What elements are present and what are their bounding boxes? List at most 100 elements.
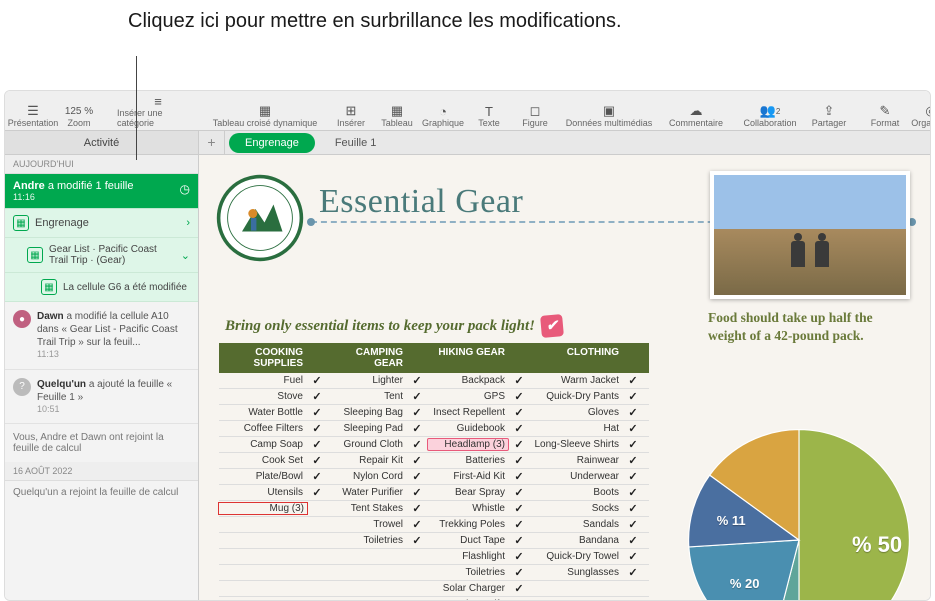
checkbox[interactable]: ✓ bbox=[623, 469, 643, 484]
table-cell[interactable]: Pocket Knife bbox=[427, 598, 509, 600]
table-cell[interactable]: Water Purifier bbox=[327, 486, 407, 499]
table-row[interactable]: Utensils✓Water Purifier✓Bear Spray✓Boots… bbox=[219, 485, 649, 501]
gear-table[interactable]: COOKING SUPPLIES CAMPING GEAR HIKING GEA… bbox=[219, 343, 649, 600]
table-cell[interactable]: Stove bbox=[219, 390, 307, 403]
checkbox[interactable]: ✓ bbox=[509, 485, 529, 500]
tb-presentation[interactable]: ☰ Présentation bbox=[11, 94, 55, 128]
checkbox[interactable]: ✓ bbox=[623, 405, 643, 420]
table-cell[interactable]: Insect Repellent bbox=[427, 406, 509, 419]
checkbox[interactable]: ✓ bbox=[307, 421, 327, 436]
checkbox[interactable]: ✓ bbox=[623, 421, 643, 436]
table-cell[interactable] bbox=[327, 588, 407, 590]
checkbox[interactable]: ✓ bbox=[509, 437, 529, 452]
tb-zoom[interactable]: 125 % Zoom bbox=[57, 94, 101, 128]
table-cell[interactable]: Fuel bbox=[219, 374, 307, 387]
activity-table-row[interactable]: ▦ Gear List · Pacific Coast Trail Trip ·… bbox=[5, 238, 198, 273]
checkbox[interactable]: ✓ bbox=[407, 581, 427, 596]
table-cell[interactable]: Guidebook bbox=[427, 422, 509, 435]
table-cell[interactable]: Coffee Filters bbox=[219, 422, 307, 435]
table-cell[interactable]: Camp Soap bbox=[219, 438, 307, 451]
table-cell[interactable] bbox=[219, 540, 307, 542]
tb-insert[interactable]: ⊞Insérer bbox=[329, 94, 373, 128]
clock-icon[interactable]: ◷ bbox=[180, 182, 190, 196]
checkbox[interactable]: ✓ bbox=[623, 453, 643, 468]
table-cell[interactable]: Utensils bbox=[219, 486, 307, 499]
table-cell[interactable]: Boots bbox=[529, 486, 623, 499]
checkbox[interactable]: ✓ bbox=[623, 565, 643, 580]
tb-share[interactable]: ⇪Partager bbox=[807, 94, 851, 128]
checkbox[interactable]: ✓ bbox=[307, 389, 327, 404]
table-cell[interactable]: Batteries bbox=[427, 454, 509, 467]
table-row[interactable]: ✓✓Flashlight✓Quick-Dry Towel✓ bbox=[219, 549, 649, 565]
tb-shape[interactable]: ◻Figure bbox=[513, 94, 557, 128]
table-row[interactable]: Camp Soap✓Ground Cloth✓Headlamp (3)✓Long… bbox=[219, 437, 649, 453]
checkbox[interactable]: ✓ bbox=[407, 389, 427, 404]
checkbox[interactable]: ✓ bbox=[509, 581, 529, 596]
table-cell[interactable] bbox=[219, 572, 307, 574]
table-cell[interactable] bbox=[327, 556, 407, 558]
table-cell[interactable]: Long-Sleeve Shirts bbox=[529, 438, 623, 451]
checkbox[interactable]: ✓ bbox=[407, 453, 427, 468]
checkbox[interactable]: ✓ bbox=[407, 517, 427, 532]
activity-entry-someone[interactable]: ? Quelqu'un a ajouté la feuille « Feuill… bbox=[5, 370, 198, 425]
table-cell[interactable]: Bear Spray bbox=[427, 486, 509, 499]
table-cell[interactable]: First-Aid Kit bbox=[427, 470, 509, 483]
table-cell[interactable]: Cook Set bbox=[219, 454, 307, 467]
checkbox[interactable]: ✓ bbox=[509, 421, 529, 436]
checkbox[interactable]: ✓ bbox=[623, 517, 643, 532]
checkbox[interactable]: ✓ bbox=[509, 453, 529, 468]
checkbox[interactable]: ✓ bbox=[307, 453, 327, 468]
checkbox[interactable]: ✓ bbox=[407, 501, 427, 516]
table-cell[interactable]: Sleeping Bag bbox=[327, 406, 407, 419]
table-cell[interactable]: Flashlight bbox=[427, 550, 509, 563]
checkbox[interactable]: ✓ bbox=[407, 469, 427, 484]
checkbox[interactable]: ✓ bbox=[407, 373, 427, 388]
checkbox[interactable]: ✓ bbox=[509, 389, 529, 404]
table-row[interactable]: Coffee Filters✓Sleeping Pad✓Guidebook✓Ha… bbox=[219, 421, 649, 437]
checkbox[interactable]: ✓ bbox=[307, 437, 327, 452]
table-row[interactable]: Stove✓Tent✓GPS✓Quick-Dry Pants✓ bbox=[219, 389, 649, 405]
checkbox[interactable]: ✓ bbox=[623, 485, 643, 500]
table-cell[interactable]: Nylon Cord bbox=[327, 470, 407, 483]
table-cell[interactable]: Hat bbox=[529, 422, 623, 435]
table-cell[interactable]: Tent Stakes bbox=[327, 502, 407, 515]
tb-text[interactable]: TTexte bbox=[467, 94, 511, 128]
table-cell[interactable]: Bandana bbox=[529, 534, 623, 547]
checkbox[interactable]: ✓ bbox=[407, 549, 427, 564]
checkbox[interactable]: ✓ bbox=[509, 373, 529, 388]
checkbox[interactable]: ✓ bbox=[509, 533, 529, 548]
tb-table[interactable]: ▦Tableau bbox=[375, 94, 419, 128]
checkbox[interactable]: ✓ bbox=[623, 389, 643, 404]
tb-insert-category[interactable]: ≡ Insérer une catégorie bbox=[113, 94, 203, 128]
table-cell[interactable]: Rainwear bbox=[529, 454, 623, 467]
table-row[interactable]: ✓Trowel✓Trekking Poles✓Sandals✓ bbox=[219, 517, 649, 533]
table-cell[interactable]: Backpack bbox=[427, 374, 509, 387]
checkbox[interactable]: ✓ bbox=[407, 421, 427, 436]
checkbox[interactable]: ✓ bbox=[307, 549, 327, 564]
checkbox[interactable]: ✓ bbox=[307, 597, 327, 600]
activity-cell-row[interactable]: ▦ La cellule G6 a été modifiée bbox=[5, 273, 198, 302]
table-row[interactable]: Mug (3)✓Tent Stakes✓Whistle✓Socks✓ bbox=[219, 501, 649, 517]
checkbox[interactable]: ✓ bbox=[509, 501, 529, 516]
table-row[interactable]: Fuel✓Lighter✓Backpack✓Warm Jacket✓ bbox=[219, 373, 649, 389]
table-cell[interactable]: Lighter bbox=[327, 374, 407, 387]
table-cell[interactable]: Toiletries bbox=[427, 566, 509, 579]
checkbox[interactable]: ✓ bbox=[307, 565, 327, 580]
checkbox[interactable]: ✓ bbox=[407, 533, 427, 548]
checkbox[interactable]: ✓ bbox=[407, 485, 427, 500]
checkbox[interactable]: ✓ bbox=[623, 437, 643, 452]
activity-tab[interactable]: Activité bbox=[5, 131, 199, 154]
checkbox[interactable]: ✓ bbox=[307, 485, 327, 500]
table-cell[interactable]: Socks bbox=[529, 502, 623, 515]
table-row[interactable]: ✓✓Toiletries✓Sunglasses✓ bbox=[219, 565, 649, 581]
table-cell[interactable] bbox=[219, 556, 307, 558]
sheet-canvas[interactable]: Essential Gear Bring only essential item… bbox=[199, 155, 930, 600]
checkbox[interactable]: ✓ bbox=[307, 405, 327, 420]
table-cell[interactable] bbox=[327, 572, 407, 574]
tb-organise[interactable]: ◎Organiser bbox=[909, 94, 931, 128]
table-cell[interactable] bbox=[529, 588, 623, 590]
table-cell[interactable]: Repair Kit bbox=[327, 454, 407, 467]
checkbox[interactable]: ✓ bbox=[307, 581, 327, 596]
table-cell[interactable]: Solar Charger bbox=[427, 582, 509, 595]
table-cell[interactable]: Toiletries bbox=[327, 534, 407, 547]
